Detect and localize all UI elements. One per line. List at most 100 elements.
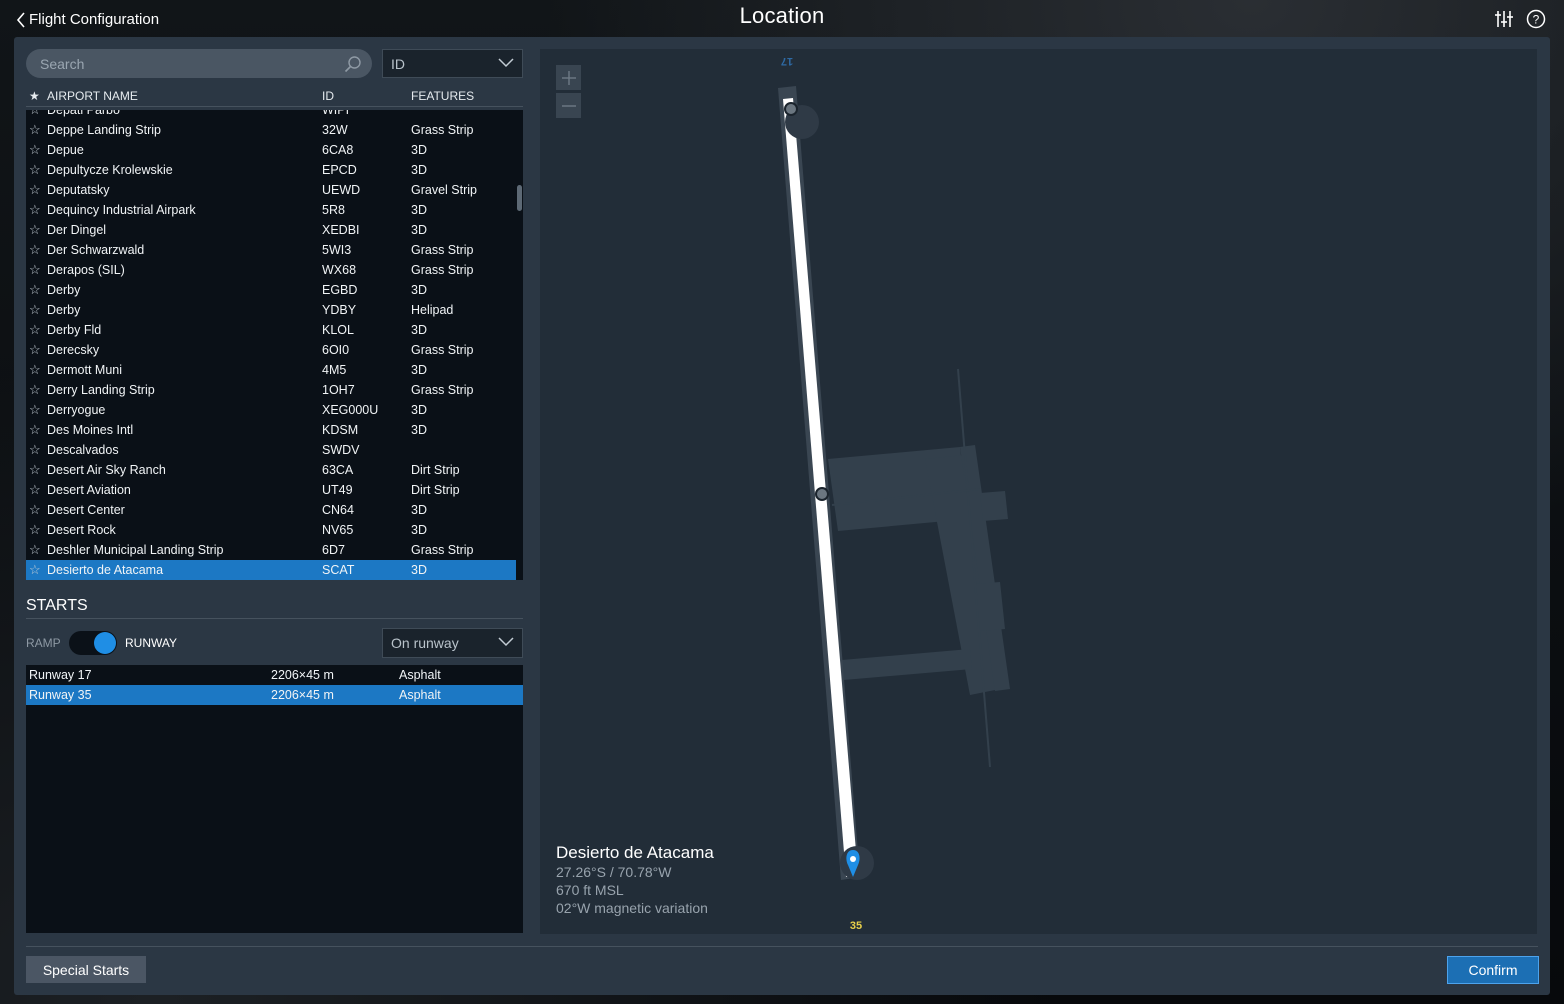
confirm-button[interactable]: Confirm xyxy=(1447,956,1539,984)
star-icon[interactable]: ☆ xyxy=(29,200,41,220)
scrollbar-thumb[interactable] xyxy=(517,185,522,211)
zoom-out-button[interactable] xyxy=(556,93,581,118)
table-row[interactable]: ☆ Descalvados SWDV xyxy=(26,440,516,460)
table-row[interactable]: ☆ Derapos (SIL) WX68 Grass Strip xyxy=(26,260,516,280)
star-icon[interactable]: ☆ xyxy=(29,220,41,240)
star-icon[interactable]: ☆ xyxy=(29,420,41,440)
table-row[interactable]: ☆ Deputatsky UEWD Gravel Strip xyxy=(26,180,516,200)
runway-17-marker[interactable] xyxy=(784,102,798,116)
favorites-star-icon[interactable]: ★ xyxy=(29,89,40,103)
star-icon[interactable]: ☆ xyxy=(29,120,41,140)
star-icon[interactable]: ☆ xyxy=(29,460,41,480)
table-row[interactable]: ☆ Desert Center CN64 3D xyxy=(26,500,516,520)
apron-area xyxy=(828,445,1010,695)
table-row[interactable]: ☆ Depue 6CA8 3D xyxy=(26,140,516,160)
airport-name: Derby xyxy=(47,303,81,317)
table-row[interactable]: ☆ Desert Air Sky Ranch 63CA Dirt Strip xyxy=(26,460,516,480)
airport-name: Derryogue xyxy=(47,403,106,417)
star-icon[interactable]: ☆ xyxy=(29,380,41,400)
star-icon[interactable]: ☆ xyxy=(29,160,41,180)
plus-icon xyxy=(561,70,576,85)
airport-id: EPCD xyxy=(322,163,357,177)
airport-features: Grass Strip xyxy=(411,263,474,277)
airport-features: Dirt Strip xyxy=(411,463,460,477)
star-icon[interactable]: ☆ xyxy=(29,280,41,300)
star-icon[interactable]: ☆ xyxy=(29,240,41,260)
star-icon[interactable]: ☆ xyxy=(29,480,41,500)
star-icon[interactable]: ☆ xyxy=(29,500,41,520)
star-icon[interactable]: ☆ xyxy=(29,180,41,200)
star-icon[interactable]: ☆ xyxy=(29,560,41,580)
column-id[interactable]: ID xyxy=(322,89,334,103)
table-row[interactable]: ☆ Depultycze Krolewskie EPCD 3D xyxy=(26,160,516,180)
airport-id: 6D7 xyxy=(322,543,345,557)
ramp-runway-toggle[interactable] xyxy=(69,631,117,655)
table-row[interactable]: ☆ Dermott Muni 4M5 3D xyxy=(26,360,516,380)
star-icon[interactable]: ☆ xyxy=(29,300,41,320)
star-icon[interactable]: ☆ xyxy=(29,340,41,360)
star-icon[interactable]: ☆ xyxy=(29,360,41,380)
search-box xyxy=(26,49,372,78)
map-elevation: 670 ft MSL xyxy=(556,882,624,898)
star-icon[interactable]: ☆ xyxy=(29,520,41,540)
airport-id: XEDBI xyxy=(322,223,360,237)
star-icon[interactable]: ☆ xyxy=(29,440,41,460)
star-icon[interactable]: ☆ xyxy=(29,260,41,280)
star-icon[interactable]: ☆ xyxy=(29,320,41,340)
map-coordinates: 27.26°S / 70.78°W xyxy=(556,864,672,880)
runway-label[interactable]: RUNWAY xyxy=(125,636,177,650)
runway-list[interactable]: Runway 17 2206×45 m Asphalt Runway 35 2206×4… xyxy=(26,665,523,933)
table-row[interactable]: ☆ Derecsky 6OI0 Grass Strip xyxy=(26,340,516,360)
zoom-in-button[interactable] xyxy=(556,65,581,90)
star-icon[interactable]: ☆ xyxy=(29,110,41,120)
table-row[interactable]: ☆ Desert Aviation UT49 Dirt Strip xyxy=(26,480,516,500)
airport-id: SCAT xyxy=(322,563,355,577)
ramp-label[interactable]: RAMP xyxy=(26,636,61,650)
airport-name: Derby xyxy=(47,283,81,297)
location-panel: ID ★ AIRPORT NAME ID FEATURES ☆ Depati P… xyxy=(14,37,1550,995)
table-row[interactable]: ☆ Derby Fld KLOL 3D xyxy=(26,320,516,340)
star-icon[interactable]: ☆ xyxy=(29,140,41,160)
airport-name: Des Moines Intl xyxy=(47,423,134,437)
star-icon[interactable]: ☆ xyxy=(29,540,41,560)
table-row[interactable]: ☆ Deppe Landing Strip 32W Grass Strip xyxy=(26,120,516,140)
search-icon[interactable] xyxy=(344,55,362,73)
scrollbar-track[interactable] xyxy=(516,110,523,580)
table-row[interactable]: ☆ Deshler Municipal Landing Strip 6D7 Grass… xyxy=(26,540,516,560)
column-airport-name[interactable]: AIRPORT NAME xyxy=(47,89,138,103)
airport-map[interactable]: 17 35 Desierto de Atacama 27.26°S / 70.7… xyxy=(540,49,1537,934)
special-starts-button[interactable]: Special Starts xyxy=(26,956,146,983)
table-row[interactable]: ☆ Der Schwarzwald 5WI3 Grass Strip xyxy=(26,240,516,260)
airport-id: CN64 xyxy=(322,503,354,517)
table-row[interactable]: ☆ Derry Landing Strip 1OH7 Grass Strip xyxy=(26,380,516,400)
airport-list[interactable]: ☆ Depati Parbo WIPI ☆ Deppe Landing Strip… xyxy=(26,110,516,580)
airport-features: 3D xyxy=(411,283,427,297)
runway-mid-marker[interactable] xyxy=(815,487,829,501)
airport-features: Grass Strip xyxy=(411,243,474,257)
chevron-down-icon xyxy=(498,637,514,647)
help-icon[interactable]: ? xyxy=(1526,9,1546,29)
sliders-icon[interactable] xyxy=(1494,9,1514,29)
table-row[interactable]: ☆ Derryogue XEG000U 3D xyxy=(26,400,516,420)
airport-id: 5WI3 xyxy=(322,243,352,257)
map-magnetic-variation: 02°W magnetic variation xyxy=(556,900,708,916)
search-input[interactable] xyxy=(38,54,338,73)
runway-row[interactable]: Runway 17 2206×45 m Asphalt xyxy=(26,665,523,685)
table-row[interactable]: ☆ Dequincy Industrial Airpark 5R8 3D xyxy=(26,200,516,220)
filter-select[interactable]: ID xyxy=(382,49,523,78)
airport-name: Deshler Municipal Landing Strip xyxy=(47,543,224,557)
airport-name: Der Schwarzwald xyxy=(47,243,145,257)
start-type-select[interactable]: On runway xyxy=(382,628,523,658)
airport-name: Desert Aviation xyxy=(47,483,131,497)
airport-features: 3D xyxy=(411,143,427,157)
column-features[interactable]: FEATURES xyxy=(411,89,474,103)
table-row[interactable]: ☆ Derby YDBY Helipad xyxy=(26,300,516,320)
table-row[interactable]: ☆ Depati Parbo WIPI xyxy=(26,110,516,120)
runway-row[interactable]: Runway 35 2206×45 m Asphalt xyxy=(26,685,523,705)
table-row[interactable]: ☆ Der Dingel XEDBI 3D xyxy=(26,220,516,240)
star-icon[interactable]: ☆ xyxy=(29,400,41,420)
table-row[interactable]: ☆ Derby EGBD 3D xyxy=(26,280,516,300)
table-row[interactable]: ☆ Des Moines Intl KDSM 3D xyxy=(26,420,516,440)
table-row[interactable]: ☆ Desert Rock NV65 3D xyxy=(26,520,516,540)
table-row[interactable]: ☆ Desierto de Atacama SCAT 3D xyxy=(26,560,516,580)
